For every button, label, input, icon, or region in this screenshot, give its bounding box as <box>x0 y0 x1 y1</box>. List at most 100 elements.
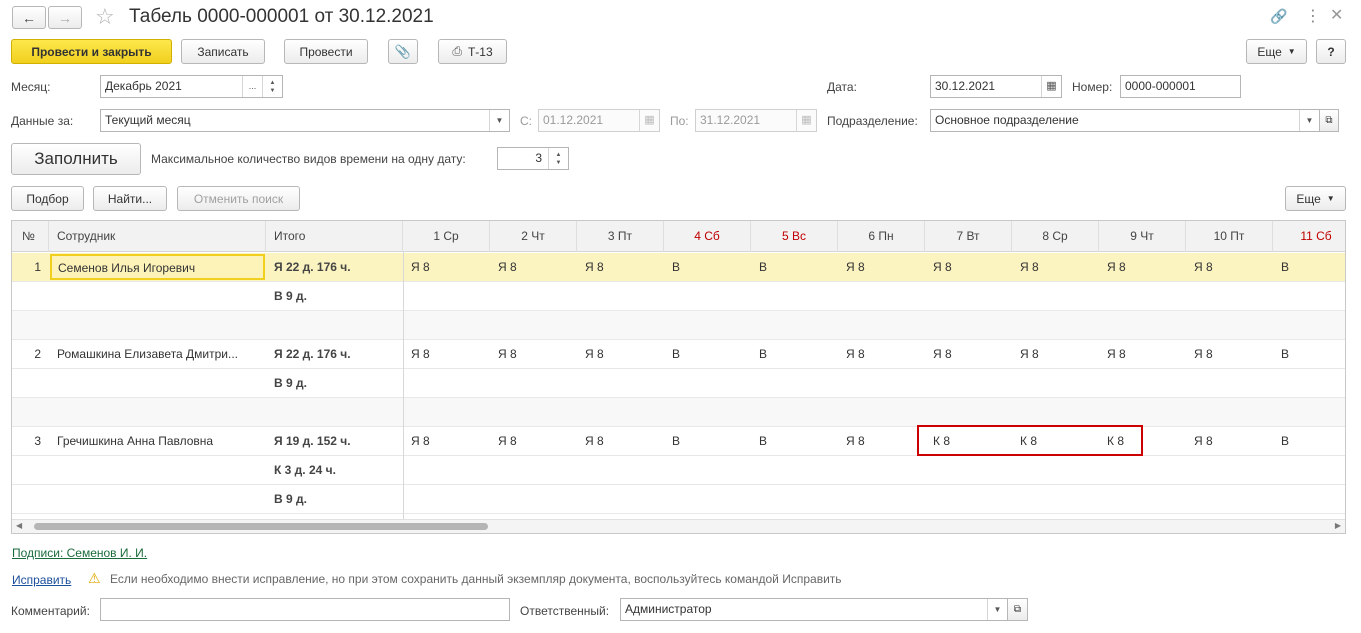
header-day[interactable]: 10 Пт <box>1186 221 1273 252</box>
header-day[interactable]: 2 Чт <box>490 221 577 252</box>
calendar-icon[interactable]: ▦ <box>1041 76 1061 97</box>
day-cell[interactable]: В <box>759 427 767 456</box>
total-cell[interactable]: Я 22 д. 176 ч. <box>274 340 351 369</box>
month-select-button[interactable]: ... <box>242 76 262 97</box>
table-row[interactable]: В 9 д. <box>12 282 1345 311</box>
day-cell[interactable]: Я 8 <box>411 427 430 456</box>
header-day[interactable]: 6 Пн <box>838 221 925 252</box>
link-icon[interactable]: 🔗 <box>1270 8 1287 25</box>
month-stepper[interactable]: ▲ ▼ <box>262 76 282 97</box>
employee-name-cell[interactable]: Ромашкина Елизавета Дмитри... <box>57 340 263 369</box>
date-field[interactable]: 30.12.2021 ▦ <box>930 75 1062 98</box>
open-responsible-button[interactable]: ⧉ <box>1007 598 1028 621</box>
t13-print-button[interactable]: ⎙ Т-13 <box>438 39 507 64</box>
day-cell[interactable]: Я 8 <box>1194 340 1213 369</box>
star-icon[interactable]: ☆ <box>95 4 115 30</box>
day-cell[interactable]: В <box>759 340 767 369</box>
number-field[interactable]: 0000-000001 <box>1120 75 1241 98</box>
grid-more-button[interactable]: Еще ▼ <box>1285 186 1346 211</box>
day-cell[interactable]: Я 8 <box>933 340 952 369</box>
responsible-field[interactable]: Администратор ▼ <box>620 598 1008 621</box>
vertical-dots-icon[interactable]: ⋮ <box>1305 6 1321 26</box>
comment-input[interactable] <box>105 599 509 620</box>
triangle-down-icon[interactable]: ▼ <box>1299 110 1319 131</box>
day-cell[interactable]: Я 8 <box>1107 340 1126 369</box>
day-cell[interactable]: Я 8 <box>846 427 865 456</box>
help-button[interactable]: ? <box>1316 39 1346 64</box>
day-cell[interactable]: Я 8 <box>1194 253 1213 282</box>
attach-button[interactable]: 📎 <box>388 39 418 64</box>
table-row[interactable]: К 3 д. 24 ч. <box>12 456 1345 485</box>
scroll-right-arrow[interactable]: ▶ <box>1335 521 1341 530</box>
table-row[interactable] <box>12 398 1345 427</box>
day-cell[interactable]: Я 8 <box>498 253 517 282</box>
comment-field[interactable] <box>100 598 510 621</box>
table-row[interactable]: 3 Гречишкина Анна Павловна Я 19 д. 152 ч… <box>12 427 1345 456</box>
month-field[interactable]: Декабрь 2021 ... ▲ ▼ <box>100 75 283 98</box>
day-cell[interactable]: Я 8 <box>933 253 952 282</box>
max-types-stepper[interactable]: ▲ ▼ <box>548 148 568 169</box>
header-day[interactable]: 3 Пт <box>577 221 664 252</box>
department-field[interactable]: Основное подразделение ▼ <box>930 109 1320 132</box>
table-row[interactable]: 2 Ромашкина Елизавета Дмитри... Я 22 д. … <box>12 340 1345 369</box>
day-cell[interactable]: В <box>1281 253 1289 282</box>
signatures-link[interactable]: Подписи: Семенов И. И. <box>12 546 147 560</box>
scrollbar-thumb[interactable] <box>34 523 488 530</box>
horizontal-scrollbar[interactable]: ◀ ▶ <box>12 519 1345 533</box>
total-cell[interactable]: Я 22 д. 176 ч. <box>274 253 351 282</box>
find-button[interactable]: Найти... <box>93 186 167 211</box>
header-day[interactable]: 9 Чт <box>1099 221 1186 252</box>
header-employee[interactable]: Сотрудник <box>49 221 266 252</box>
table-row[interactable] <box>12 311 1345 340</box>
post-and-close-button[interactable]: Провести и закрыть <box>11 39 172 64</box>
header-num[interactable]: № <box>12 221 49 252</box>
table-row[interactable]: В 9 д. <box>12 369 1345 398</box>
day-cell[interactable]: Я 8 <box>1020 340 1039 369</box>
day-cell[interactable]: В <box>759 253 767 282</box>
table-row[interactable]: 1 Семенов Илья Игоревич Я 22 д. 176 ч. Я… <box>12 253 1345 282</box>
day-cell[interactable]: В <box>672 340 680 369</box>
day-cell[interactable]: Я 8 <box>411 253 430 282</box>
fix-link[interactable]: Исправить <box>12 573 71 587</box>
select-button[interactable]: Подбор <box>11 186 84 211</box>
header-day[interactable]: 7 Вт <box>925 221 1012 252</box>
day-cell[interactable]: Я 8 <box>1194 427 1213 456</box>
timesheet-grid[interactable]: № Сотрудник Итого 1 Ср 2 Чт 3 Пт 4 Сб 5 … <box>11 220 1346 534</box>
day-cell[interactable]: Я 8 <box>585 253 604 282</box>
employee-name-cell[interactable]: Гречишкина Анна Павловна <box>57 427 263 456</box>
header-total[interactable]: Итого <box>266 221 403 252</box>
day-cell[interactable]: В <box>1281 340 1289 369</box>
back-button[interactable]: ← <box>12 6 46 29</box>
day-cell[interactable]: Я 8 <box>1020 253 1039 282</box>
fill-button[interactable]: Заполнить <box>11 143 141 175</box>
forward-button[interactable]: → <box>48 6 82 29</box>
close-icon[interactable]: ✕ <box>1330 5 1343 25</box>
day-cell[interactable]: Я 8 <box>585 427 604 456</box>
triangle-down-icon[interactable]: ▼ <box>489 110 509 131</box>
header-day-weekend[interactable]: 5 Вс <box>751 221 838 252</box>
day-cell[interactable]: Я 8 <box>498 427 517 456</box>
save-button[interactable]: Записать <box>181 39 265 64</box>
total-cell[interactable]: В 9 д. <box>274 369 307 398</box>
data-for-field[interactable]: Текущий месяц ▼ <box>100 109 510 132</box>
header-day-weekend[interactable]: 11 Сб <box>1273 221 1345 252</box>
triangle-down-icon[interactable]: ▼ <box>987 599 1007 620</box>
header-day[interactable]: 8 Ср <box>1012 221 1099 252</box>
scroll-left-arrow[interactable]: ◀ <box>16 521 22 530</box>
day-cell[interactable]: Я 8 <box>846 253 865 282</box>
day-cell[interactable]: Я 8 <box>846 340 865 369</box>
post-button[interactable]: Провести <box>284 39 368 64</box>
max-types-field[interactable]: 3 ▲ ▼ <box>497 147 569 170</box>
header-day[interactable]: 1 Ср <box>403 221 490 252</box>
day-cell[interactable]: Я 8 <box>411 340 430 369</box>
total-cell[interactable]: В 9 д. <box>274 282 307 311</box>
total-cell[interactable]: К 3 д. 24 ч. <box>274 456 336 485</box>
total-cell[interactable]: В 9 д. <box>274 485 307 514</box>
employee-name-cell[interactable]: Семенов Илья Игоревич <box>50 254 265 280</box>
open-department-button[interactable]: ⧉ <box>1319 109 1339 132</box>
day-cell[interactable]: В <box>1281 427 1289 456</box>
day-cell[interactable]: Я 8 <box>498 340 517 369</box>
header-day-weekend[interactable]: 4 Сб <box>664 221 751 252</box>
day-cell[interactable]: Я 8 <box>1107 253 1126 282</box>
day-cell[interactable]: Я 8 <box>585 340 604 369</box>
